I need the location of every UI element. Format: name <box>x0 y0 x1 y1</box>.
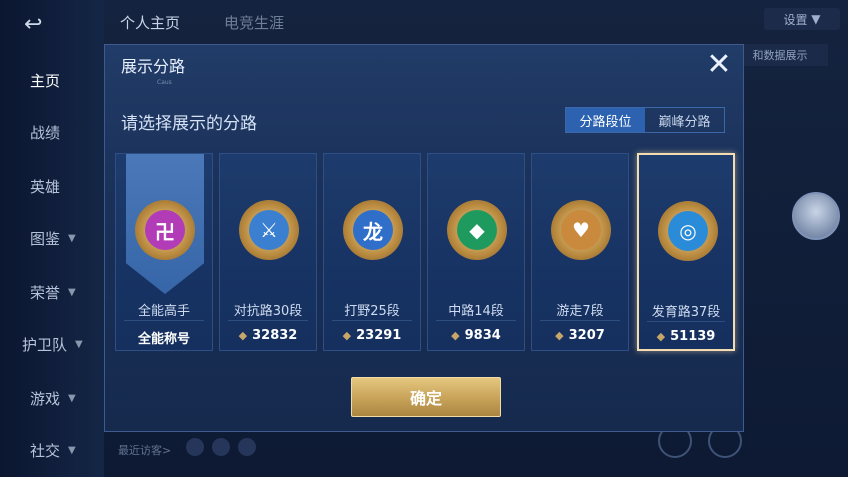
sidebar-item-label: 护卫队 <box>22 335 68 354</box>
chevron-down-icon: ▼ <box>68 286 76 298</box>
divider <box>436 320 516 321</box>
lane-label: 中路14段 <box>448 304 504 319</box>
modal-title: 展示分路 <box>121 57 186 76</box>
recent-visitors-link[interactable]: 最近访客> <box>118 442 171 458</box>
tab-personal-home[interactable]: 个人主页 <box>120 12 180 33</box>
sidebar-item-label: 图鉴 <box>30 229 61 248</box>
divider <box>332 320 412 321</box>
sidebar-item-guide[interactable]: 图鉴 ▼ <box>0 218 104 258</box>
roam-emblem-icon: ♥ <box>551 200 611 260</box>
sidebar-item-hero[interactable]: 英雄 <box>0 166 104 206</box>
diamond-icon: ◆ <box>238 329 248 342</box>
score-value: 全能称号 <box>137 332 190 347</box>
emblem-glyph: ◎ <box>668 211 708 251</box>
tab-peak-lane[interactable]: 巅峰分路 <box>645 108 724 132</box>
lane-card-roam[interactable]: ♥ 游走7段 ◆ 3207 <box>531 153 629 351</box>
sidebar-item-honor[interactable]: 荣誉 ▼ <box>0 272 104 312</box>
lane-label: 全能高手 <box>137 304 190 319</box>
sidebar-item-label: 荣誉 <box>30 283 61 302</box>
sidebar-item-game[interactable]: 游戏 ▼ <box>0 378 104 418</box>
divider <box>647 321 725 322</box>
emblem-glyph: ♥ <box>561 210 601 250</box>
sidebar-item-social[interactable]: 社交 ▼ <box>0 430 104 470</box>
lane-mode-toggle: 分路段位 巅峰分路 <box>565 107 725 133</box>
sidebar: ↩ 主页 战绩 英雄 图鉴 ▼ 荣誉 ▼ 护卫队 ▼ 游戏 ▼ 社交 ▼ <box>0 0 104 477</box>
emblem-glyph: 龙 <box>353 210 393 250</box>
lane-card-mid[interactable]: ◆ 中路14段 ◆ 9834 <box>427 153 525 351</box>
chevron-down-icon: ▼ <box>68 232 76 244</box>
diamond-icon: ◆ <box>342 329 352 342</box>
chevron-down-icon: ▼ <box>75 338 83 350</box>
emblem-glyph: ⚔ <box>249 210 289 250</box>
score-value: 32832 <box>252 328 298 343</box>
tab-esports-career[interactable]: 电竞生涯 <box>224 12 284 33</box>
emblem-glyph: ◆ <box>457 210 497 250</box>
diamond-icon: ◆ <box>451 329 460 342</box>
avatar[interactable] <box>792 192 840 240</box>
score-value: 51139 <box>670 329 716 344</box>
sidebar-item-label: 社交 <box>30 441 61 460</box>
diamond-icon: ◆ <box>656 330 666 343</box>
settings-label: 设置 <box>783 12 808 27</box>
close-icon[interactable]: ✕ <box>703 49 735 81</box>
top-lane-emblem-icon: ⚔ <box>239 200 299 260</box>
visitor-avatar[interactable] <box>186 438 204 456</box>
visitor-avatar[interactable] <box>238 438 256 456</box>
lane-label: 游走7段 <box>556 304 604 319</box>
visitor-avatars <box>186 438 256 456</box>
tab-lane-rank[interactable]: 分路段位 <box>566 108 645 132</box>
lane-card-farm[interactable]: ◎ 发育路37段 ◆ 51139 <box>637 153 735 351</box>
lane-score: ◆ 51139 <box>639 329 733 344</box>
sidebar-item-record[interactable]: 战绩 <box>0 112 104 152</box>
settings-dropdown[interactable]: 设置 ▼ <box>764 8 840 30</box>
score-value: 23291 <box>356 328 402 343</box>
visitor-avatar[interactable] <box>212 438 230 456</box>
jungle-emblem-icon: 龙 <box>343 200 403 260</box>
top-tabs: 个人主页 电竞生涯 设置 ▼ <box>104 0 848 44</box>
sidebar-item-label: 战绩 <box>30 123 61 142</box>
lane-label: 打野25段 <box>344 304 400 319</box>
divider <box>124 320 204 321</box>
sidebar-item-label: 游戏 <box>30 389 61 408</box>
lane-display-modal: 展示分路 Caus ✕ 请选择展示的分路 分路段位 巅峰分路 卍 全能高手 全能… <box>104 44 744 432</box>
mid-lane-emblem-icon: ◆ <box>447 200 507 260</box>
lane-card-allround[interactable]: 卍 全能高手 全能称号 <box>115 153 213 351</box>
score-value: 9834 <box>464 328 501 343</box>
chevron-down-icon: ▼ <box>811 12 821 26</box>
confirm-button[interactable]: 确定 <box>351 377 501 417</box>
diamond-icon: ◆ <box>555 329 564 342</box>
divider <box>228 320 308 321</box>
farm-lane-emblem-icon: ◎ <box>658 201 718 261</box>
score-value: 3207 <box>568 328 605 343</box>
select-prompt: 请选择展示的分路 <box>121 114 257 134</box>
lane-label: 发育路37段 <box>651 305 721 320</box>
lane-score: ◆ 3207 <box>532 328 628 343</box>
sidebar-item-label: 主页 <box>30 71 61 90</box>
title-subscript: Caus <box>157 79 172 86</box>
lane-card-top[interactable]: ⚔ 对抗路30段 ◆ 32832 <box>219 153 317 351</box>
lane-label: 对抗路30段 <box>233 304 303 319</box>
divider <box>540 320 620 321</box>
emblem-glyph: 卍 <box>145 210 185 250</box>
sidebar-item-label: 英雄 <box>30 177 61 196</box>
data-display-button[interactable]: 和数据展示 <box>732 44 828 66</box>
lane-score: ◆ 23291 <box>324 328 420 343</box>
lane-score: 全能称号 <box>116 328 212 347</box>
chevron-down-icon: ▼ <box>68 444 76 456</box>
sidebar-item-guard[interactable]: 护卫队 ▼ <box>0 324 104 364</box>
back-arrow-icon[interactable]: ↩ <box>24 12 70 37</box>
lane-score: ◆ 32832 <box>220 328 316 343</box>
lane-score: ◆ 9834 <box>428 328 524 343</box>
lane-card-jungle[interactable]: 龙 打野25段 ◆ 23291 <box>323 153 421 351</box>
allround-emblem-icon: 卍 <box>135 200 195 260</box>
chevron-down-icon: ▼ <box>68 392 76 404</box>
sidebar-item-home[interactable]: 主页 <box>0 60 104 100</box>
